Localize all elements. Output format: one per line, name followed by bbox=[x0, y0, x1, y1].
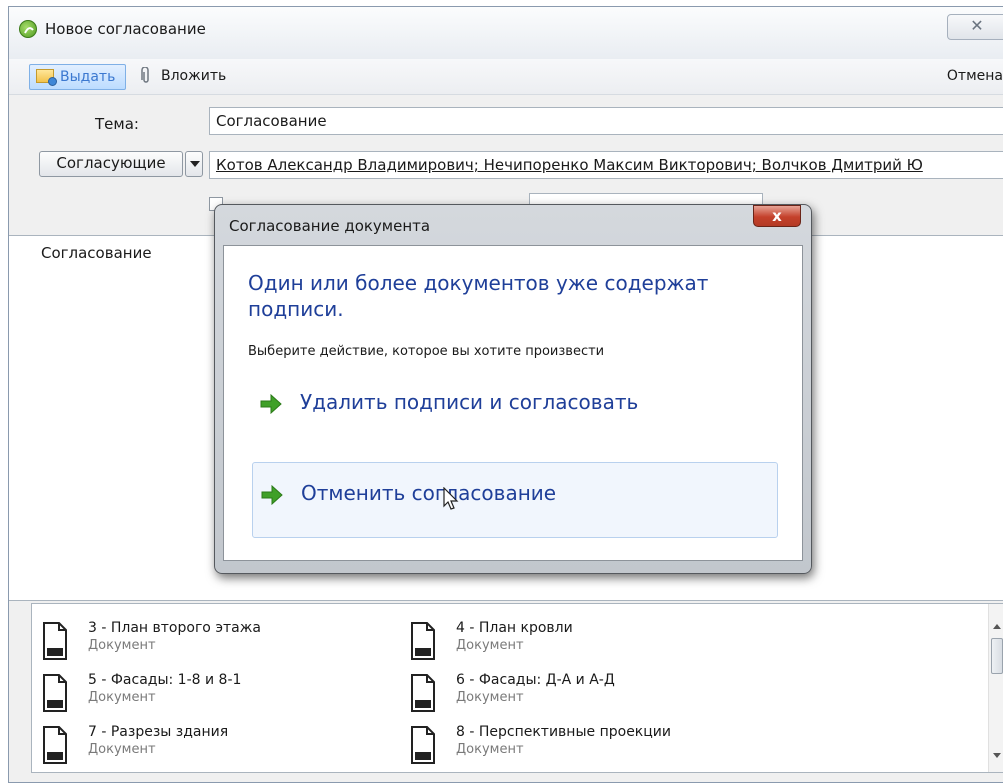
document-type: Документ bbox=[88, 742, 156, 757]
topic-label: Тема: bbox=[95, 115, 139, 133]
toolbar: Выдать Вложить Отмена bbox=[9, 59, 1003, 95]
scroll-down-arrow-icon[interactable] bbox=[993, 753, 1001, 758]
scroll-up-arrow-icon[interactable] bbox=[993, 624, 1001, 629]
document-title: 3 - План второго этажа bbox=[88, 620, 261, 636]
document-icon bbox=[411, 726, 435, 764]
document-icon bbox=[43, 674, 67, 712]
document-title: 4 - План кровли bbox=[456, 620, 573, 636]
document-icon bbox=[411, 674, 435, 712]
approvers-field[interactable]: Котов Александр Владимирович; Нечипоренк… bbox=[209, 151, 1003, 179]
issue-button[interactable]: Выдать bbox=[29, 64, 126, 90]
document-title: 7 - Разрезы здания bbox=[88, 724, 229, 740]
document-item[interactable]: 6 - Фасады: Д-А и А-Д Документ bbox=[410, 672, 710, 718]
document-icon bbox=[411, 622, 435, 660]
document-type: Документ bbox=[88, 638, 156, 653]
action-label: Удалить подписи и согласовать bbox=[300, 390, 639, 414]
cancel-button[interactable]: Отмена bbox=[947, 68, 1003, 84]
window-close-button[interactable]: ✕ bbox=[947, 14, 1003, 40]
dialog-close-button[interactable]: x bbox=[753, 205, 801, 227]
mouse-pointer-icon bbox=[443, 487, 459, 510]
document-item[interactable]: 5 - Фасады: 1-8 и 8-1 Документ bbox=[42, 672, 342, 718]
message-text: Согласование bbox=[41, 244, 152, 262]
scroll-thumb[interactable] bbox=[991, 638, 1003, 674]
document-title: 8 - Перспективные проекции bbox=[456, 724, 671, 740]
document-item[interactable]: 8 - Перспективные проекции Документ bbox=[410, 724, 710, 770]
green-arrow-icon bbox=[260, 394, 282, 414]
cancel-approval-option[interactable]: Отменить согласование bbox=[252, 462, 778, 538]
approvers-button[interactable]: Согласующие bbox=[39, 151, 183, 177]
document-title: 6 - Фасады: Д-А и А-Д bbox=[456, 672, 615, 688]
issue-button-label: Выдать bbox=[60, 69, 116, 85]
document-type: Документ bbox=[88, 690, 156, 705]
attach-button[interactable]: Вложить bbox=[161, 68, 226, 84]
paperclip-icon[interactable] bbox=[141, 67, 151, 85]
window-title: Новое согласование bbox=[45, 20, 206, 38]
approvers-dropdown-button[interactable] bbox=[185, 151, 203, 177]
document-type: Документ bbox=[456, 742, 524, 757]
dialog-title: Согласование документа bbox=[229, 217, 431, 235]
envelope-send-icon bbox=[36, 69, 57, 86]
document-icon bbox=[43, 622, 67, 660]
dialog-subtext: Выберите действие, которое вы хотите про… bbox=[248, 344, 605, 359]
document-item[interactable]: 4 - План кровли Документ bbox=[410, 620, 710, 666]
document-item[interactable]: 7 - Разрезы здания Документ bbox=[42, 724, 342, 770]
action-label: Отменить согласование bbox=[301, 481, 557, 505]
app-logo-icon bbox=[19, 20, 37, 38]
title-bar: Новое согласование ✕ bbox=[9, 7, 1003, 59]
approval-dialog: Согласование документа x Один или более … bbox=[214, 204, 812, 574]
dialog-heading: Один или более документов уже содержат п… bbox=[248, 271, 709, 321]
document-title: 5 - Фасады: 1-8 и 8-1 bbox=[88, 672, 242, 688]
documents-scrollbar[interactable] bbox=[988, 604, 1003, 772]
delete-signatures-and-approve-option[interactable]: Удалить подписи и согласовать bbox=[252, 372, 778, 448]
document-item[interactable]: 3 - План второго этажа Документ bbox=[42, 620, 342, 666]
green-arrow-icon bbox=[261, 485, 283, 505]
documents-panel: 3 - План второго этажа Документ 4 - План… bbox=[31, 603, 1003, 773]
document-type: Документ bbox=[456, 638, 524, 653]
document-icon bbox=[43, 726, 67, 764]
dialog-content: Один или более документов уже содержат п… bbox=[223, 245, 803, 561]
document-type: Документ bbox=[456, 690, 524, 705]
topic-input[interactable]: Согласование bbox=[209, 107, 1003, 135]
